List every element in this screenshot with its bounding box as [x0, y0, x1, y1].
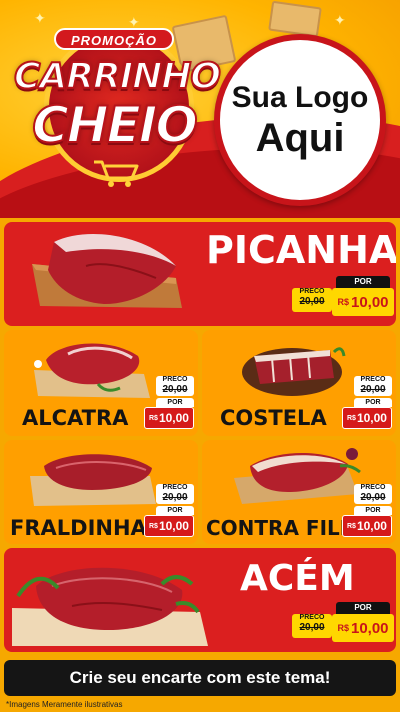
old-price-tag: PRECO 20,00	[292, 288, 332, 312]
product-card-fraldinha: FRALDINHA PRECO 20,00 POR R$ 10,00	[4, 440, 198, 544]
promo-title-line1: CARRINHO	[13, 55, 222, 98]
por-label: POR	[354, 506, 392, 515]
new-price: 10,00	[350, 293, 389, 311]
preco-label: PRECO	[299, 288, 325, 295]
promo-label: PROMOÇÃO	[54, 28, 174, 50]
product-name: FRALDINHA	[10, 516, 147, 540]
currency: R$	[149, 414, 158, 422]
preco-label: PRECO	[360, 376, 386, 383]
currency: R$	[337, 623, 349, 633]
price-tag: PRECO 20,00 POR R$ 10,00	[342, 484, 392, 540]
product-name: ACÉM	[240, 558, 355, 599]
old-price: 20,00	[360, 384, 386, 395]
new-price: 10,00	[356, 519, 387, 533]
gift-box-decoration	[268, 0, 322, 38]
header-banner: ✦ ✦ ✦ PROMOÇÃO CARRINHO CHEIO Sua Logo A…	[0, 0, 400, 218]
currency: R$	[149, 522, 158, 530]
old-price-tag: PRECO 20,00	[156, 376, 194, 396]
product-card-alcatra: ALCATRA PRECO 20,00 POR R$ 10,00	[4, 330, 198, 436]
por-label: POR	[156, 506, 194, 515]
old-price: 20,00	[299, 622, 325, 633]
currency: R$	[347, 414, 356, 422]
price-tag: PRECO 20,00 POR R$ 10,00	[144, 484, 194, 540]
logo-text-line1: Sua Logo	[231, 81, 369, 114]
product-name: PICANHA	[206, 228, 396, 272]
product-card-acem: ACÉM POR PRECO 20,00 R$ 10,00	[4, 548, 396, 652]
cta-button[interactable]: Crie seu encarte com este tema!	[4, 660, 396, 696]
old-price-tag: PRECO 20,00	[354, 376, 392, 396]
preco-label: PRECO	[299, 614, 325, 621]
product-name: ALCATRA	[22, 406, 129, 430]
currency: R$	[337, 297, 349, 307]
price-tag: PRECO 20,00 POR R$ 10,00	[342, 376, 392, 432]
new-price-tag: R$ 10,00	[144, 515, 194, 537]
sparkle-icon: ✦	[334, 12, 346, 28]
old-price: 20,00	[299, 296, 325, 307]
currency: R$	[347, 522, 356, 530]
price-tag: POR PRECO 20,00 R$ 10,00	[292, 602, 396, 648]
acem-image	[12, 567, 208, 646]
promo-title-line2: CHEIO	[31, 95, 199, 155]
price-tag: POR PRECO 20,00 R$ 10,00	[292, 276, 396, 322]
logo-placeholder: Sua Logo Aqui	[214, 34, 386, 206]
por-label: POR	[354, 398, 392, 407]
product-card-picanha: PICANHA POR PRECO 20,00 R$ 10,00	[4, 222, 396, 326]
preco-label: PRECO	[162, 376, 188, 383]
picanha-image	[32, 234, 182, 308]
new-price: 10,00	[158, 411, 189, 425]
new-price: 10,00	[356, 411, 387, 425]
logo-text-line2: Aqui	[255, 116, 345, 160]
preco-label: PRECO	[360, 484, 386, 491]
alcatra-image	[34, 343, 150, 398]
product-card-costela: COSTELA PRECO 20,00 POR R$ 10,00	[202, 330, 396, 436]
product-card-contra-file: CONTRA FILÉ PRECO 20,00 POR R$ 10,00	[202, 440, 396, 544]
product-name: CONTRA FILÉ	[206, 516, 354, 540]
costela-image	[242, 347, 346, 396]
shopping-cart-icon	[94, 160, 139, 187]
preco-label: PRECO	[162, 484, 188, 491]
new-price-tag: R$ 10,00	[332, 288, 394, 316]
por-label: POR	[336, 602, 390, 614]
new-price-tag: R$ 10,00	[342, 515, 392, 537]
old-price-tag: PRECO 20,00	[354, 484, 392, 504]
new-price-tag: R$ 10,00	[342, 407, 392, 429]
new-price-tag: R$ 10,00	[332, 614, 394, 642]
old-price-tag: PRECO 20,00	[156, 484, 194, 504]
product-name: COSTELA	[220, 406, 327, 430]
por-label: POR	[156, 398, 194, 407]
new-price: 10,00	[158, 519, 189, 533]
price-tag: PRECO 20,00 POR R$ 10,00	[144, 376, 194, 432]
fraldinha-image	[30, 454, 156, 506]
promo-badge: PROMOÇÃO CARRINHO CHEIO	[13, 12, 222, 192]
old-price: 20,00	[162, 384, 188, 395]
old-price: 20,00	[162, 492, 188, 503]
footnote: *Imagens Meramente ilustrativas	[6, 700, 123, 709]
old-price-tag: PRECO 20,00	[292, 614, 332, 638]
new-price-tag: R$ 10,00	[144, 407, 194, 429]
old-price: 20,00	[360, 492, 386, 503]
new-price: 10,00	[350, 619, 389, 637]
por-label: POR	[336, 276, 390, 288]
